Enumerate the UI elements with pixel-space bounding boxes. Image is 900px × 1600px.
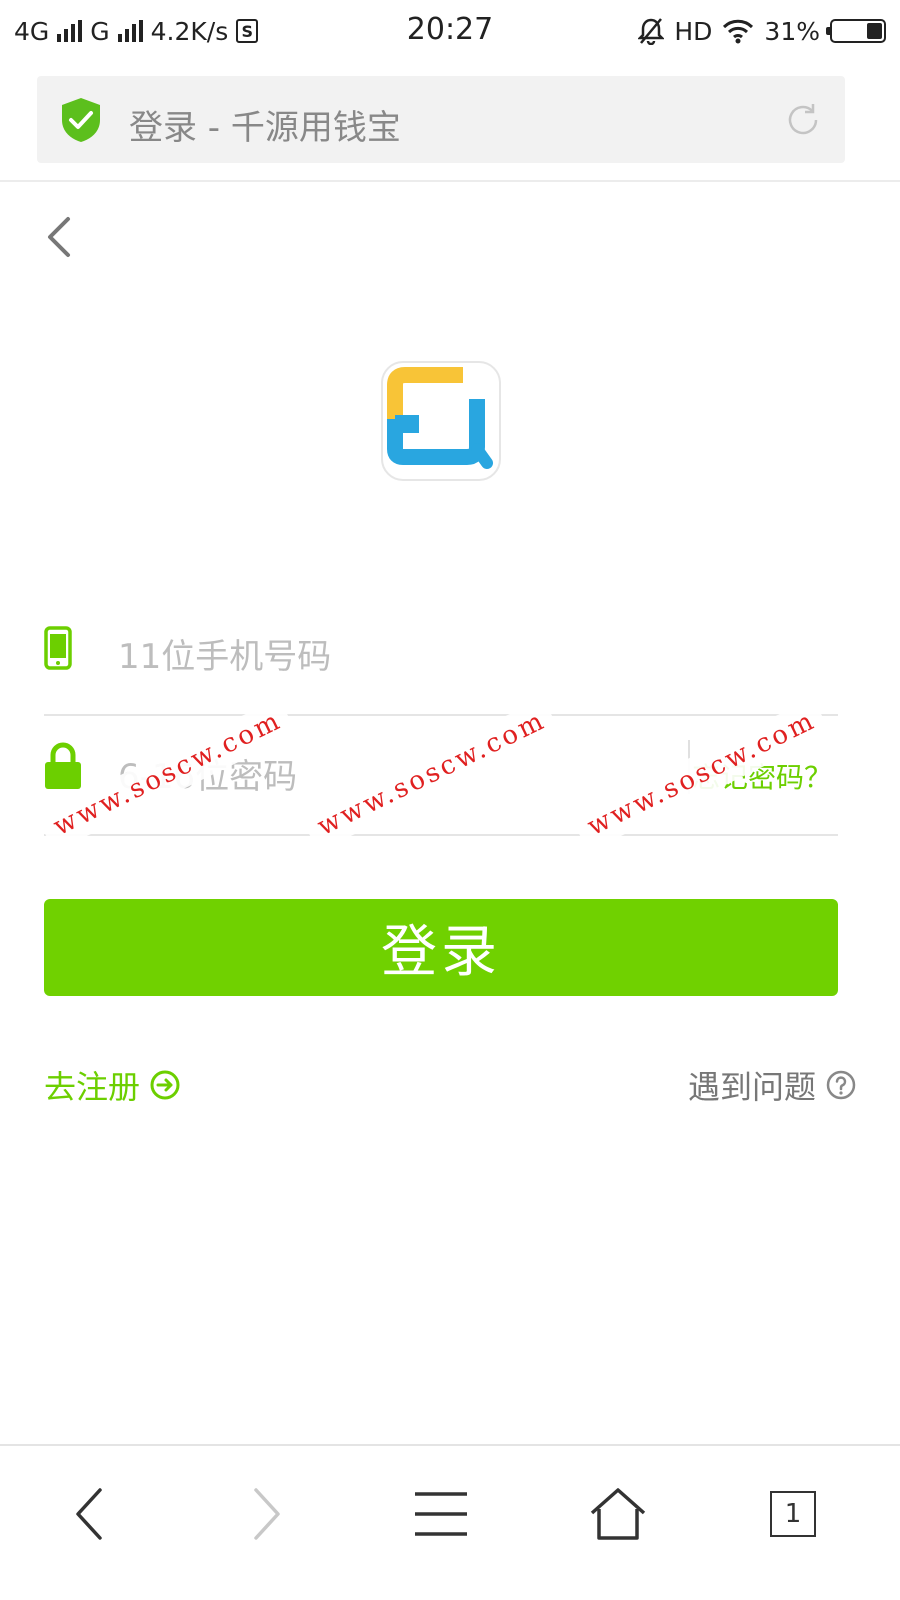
help-label: 遇到问题 (687, 1068, 816, 1106)
question-circle-icon (826, 1070, 856, 1100)
mute-bell-icon (638, 18, 665, 45)
status-right: HD 31% (638, 14, 886, 48)
status-bar: 4G G 4.2K/s S 20:27 HD 31% (0, 0, 900, 62)
page-title: 登录 - 千源用钱宝 (129, 108, 401, 148)
phone-icon (44, 626, 72, 670)
divider (0, 180, 900, 182)
address-bar[interactable]: 登录 - 千源用钱宝 (37, 76, 845, 163)
login-button[interactable]: 登录 (44, 899, 838, 996)
phone-row (44, 598, 838, 716)
divider (44, 834, 838, 836)
tabs-count: 1 (770, 1491, 816, 1537)
home-icon (590, 1488, 646, 1540)
logo-mark-icon (387, 367, 493, 469)
divider (44, 714, 838, 716)
refresh-icon[interactable] (783, 100, 823, 140)
nav-menu-button[interactable] (401, 1474, 481, 1554)
register-link[interactable]: 去注册 (44, 1062, 180, 1108)
chevron-right-icon (254, 1488, 280, 1540)
hd-label: HD (674, 16, 713, 46)
secure-shield-icon (62, 98, 100, 142)
phone-input[interactable] (116, 628, 680, 686)
register-label: 去注册 (44, 1068, 141, 1106)
wifi-icon (723, 19, 754, 44)
battery-icon (826, 19, 886, 43)
battery-percent: 31% (764, 16, 820, 46)
help-link[interactable]: 遇到问题 (688, 1062, 856, 1108)
lock-icon (45, 742, 81, 789)
chevron-left-icon (76, 1488, 102, 1540)
app-logo (381, 361, 501, 481)
nav-forward-button[interactable] (226, 1474, 306, 1554)
nav-home-button[interactable] (578, 1474, 658, 1554)
nav-tabs-button[interactable]: 1 (753, 1474, 833, 1554)
browser-bottom-nav: 1 (0, 1446, 900, 1600)
menu-icon (415, 1492, 467, 1536)
arrow-circle-right-icon (150, 1070, 180, 1100)
back-arrow-icon[interactable] (40, 213, 80, 261)
nav-back-button[interactable] (50, 1474, 130, 1554)
